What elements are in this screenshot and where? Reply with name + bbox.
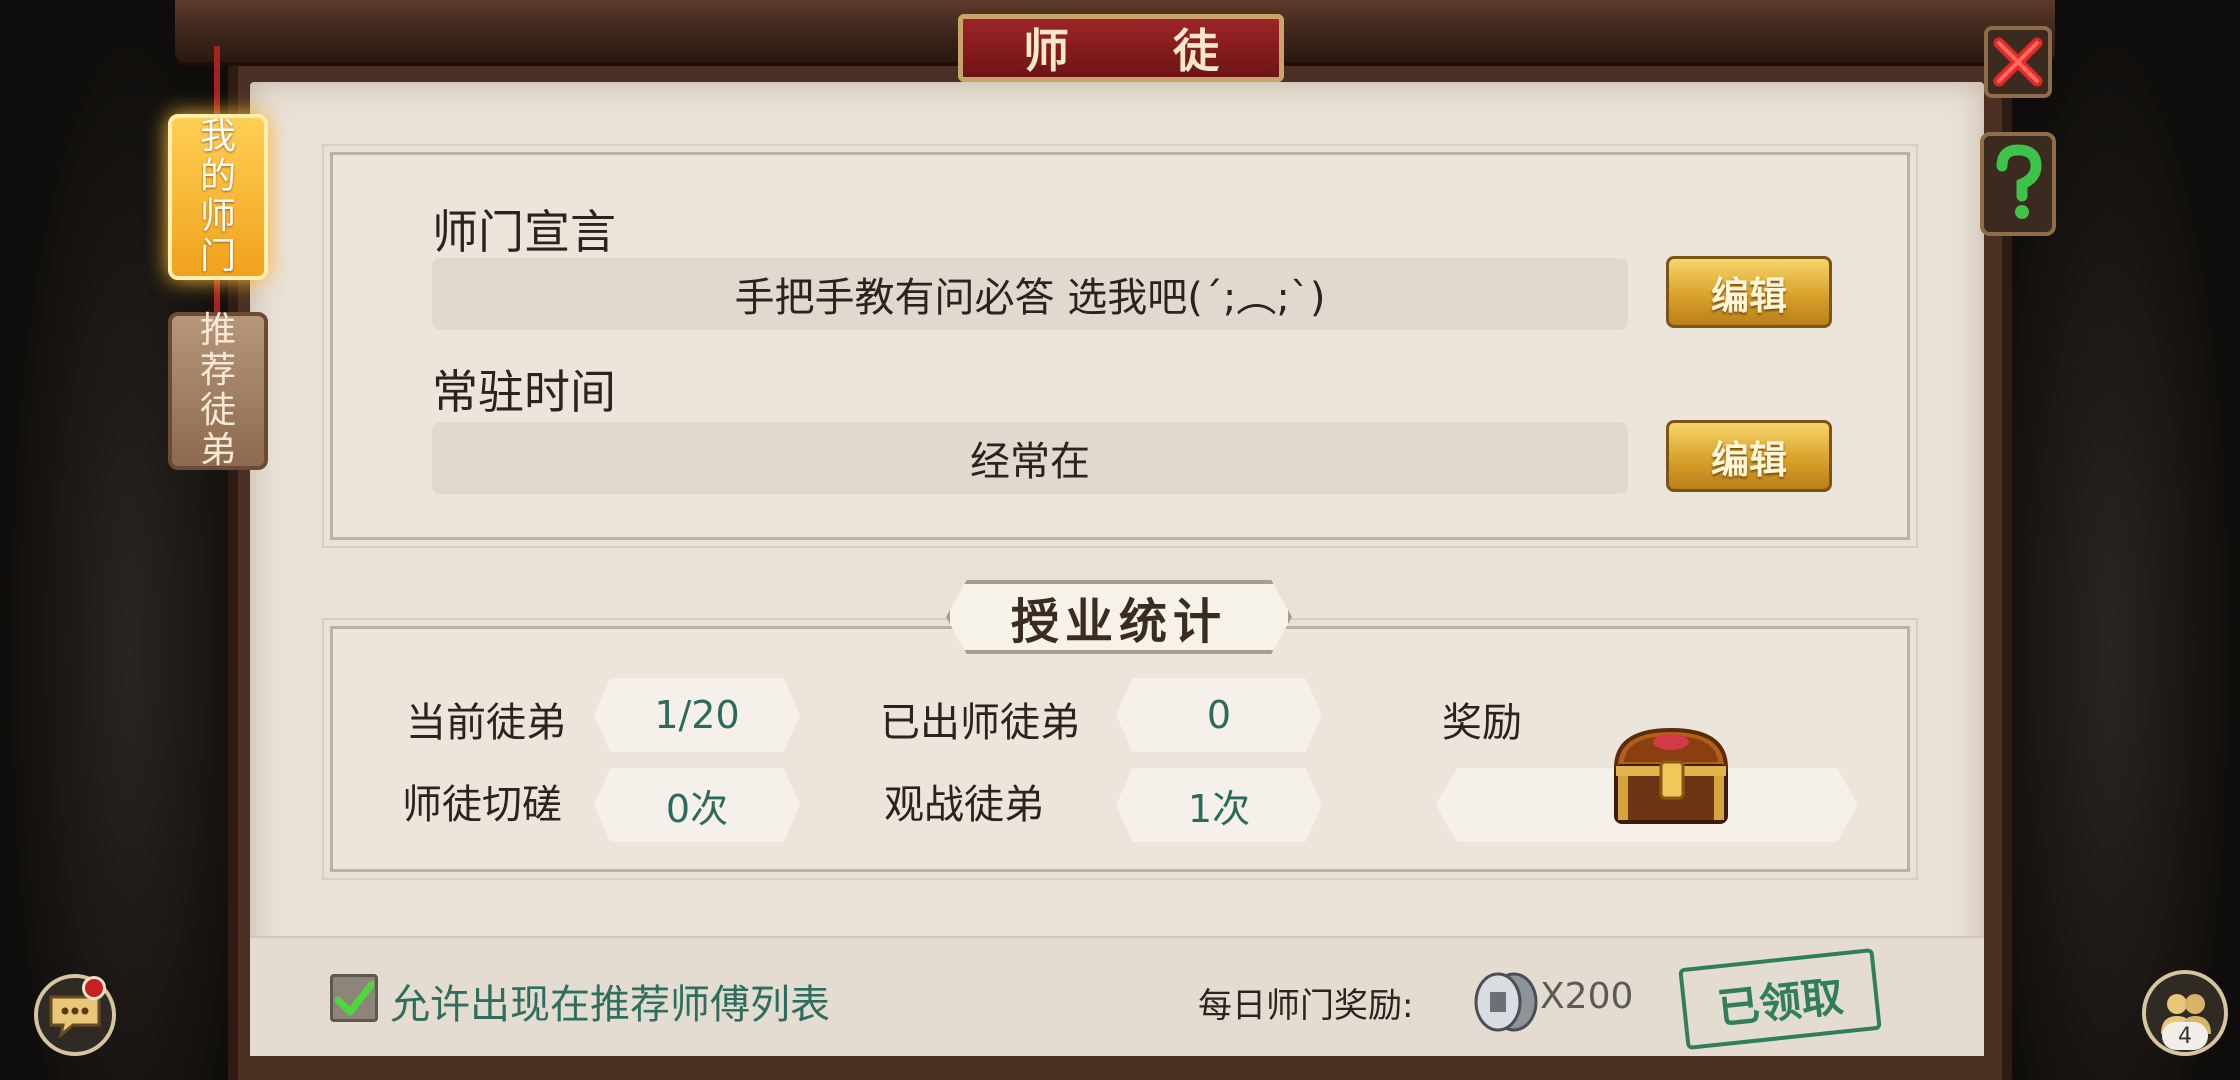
tab-char: 我 bbox=[199, 116, 236, 157]
current-disciples-label: 当前徒弟 bbox=[406, 700, 566, 746]
graduated-value: 0 bbox=[1116, 678, 1322, 752]
reward-label: 奖励 bbox=[1442, 700, 1522, 746]
tab-char: 推 bbox=[199, 310, 236, 351]
chat-notification-dot bbox=[82, 976, 106, 1000]
current-disciples-value: 1/20 bbox=[594, 678, 800, 752]
help-button[interactable] bbox=[1980, 132, 2056, 236]
edit-resident-time-button[interactable]: 编辑 bbox=[1666, 420, 1832, 492]
help-icon bbox=[1996, 144, 2042, 219]
declaration-field: 手把手教有问必答 选我吧(´;︵;`) bbox=[432, 258, 1628, 330]
resident-time-heading: 常驻时间 bbox=[432, 365, 616, 419]
daily-reward-label: 每日师门奖励: bbox=[1198, 986, 1414, 1026]
checkmark-icon bbox=[334, 980, 374, 1016]
tab-char: 师 bbox=[199, 196, 236, 237]
tab-char: 的 bbox=[199, 156, 236, 197]
resident-time-field: 经常在 bbox=[432, 422, 1628, 494]
tab-my-school[interactable]: 我 的 师 门 bbox=[168, 114, 268, 280]
allow-recommend-checkbox[interactable] bbox=[330, 974, 378, 1022]
friends-count-badge: 4 bbox=[2162, 1022, 2208, 1050]
tab-char: 徒 bbox=[199, 390, 236, 431]
tab-char: 荐 bbox=[199, 350, 236, 391]
tab-recommended-disciples[interactable]: 推 荐 徒 弟 bbox=[168, 310, 268, 471]
sparring-value: 0次 bbox=[594, 768, 800, 842]
treasure-chest-icon[interactable] bbox=[1606, 722, 1736, 834]
tab-char: 门 bbox=[199, 236, 236, 277]
allow-recommend-label[interactable]: 允许出现在推荐师傅列表 bbox=[390, 972, 830, 1030]
spectate-label: 观战徒弟 bbox=[884, 782, 1044, 828]
spectate-value: 1次 bbox=[1116, 768, 1322, 842]
edit-declaration-button[interactable]: 编辑 bbox=[1666, 256, 1832, 328]
tab-char: 弟 bbox=[199, 430, 236, 471]
close-button[interactable] bbox=[1984, 26, 2052, 98]
coin-icon bbox=[1470, 970, 1540, 1034]
coin-quantity: X200 bbox=[1540, 976, 1634, 1017]
window-title: 师 徒 bbox=[958, 14, 1284, 82]
graduated-label: 已出师徒弟 bbox=[880, 700, 1080, 746]
sparring-label: 师徒切磋 bbox=[402, 782, 562, 828]
close-icon bbox=[1993, 37, 2043, 87]
declaration-heading: 师门宣言 bbox=[432, 205, 616, 259]
stats-title: 授业统计 bbox=[946, 580, 1292, 654]
